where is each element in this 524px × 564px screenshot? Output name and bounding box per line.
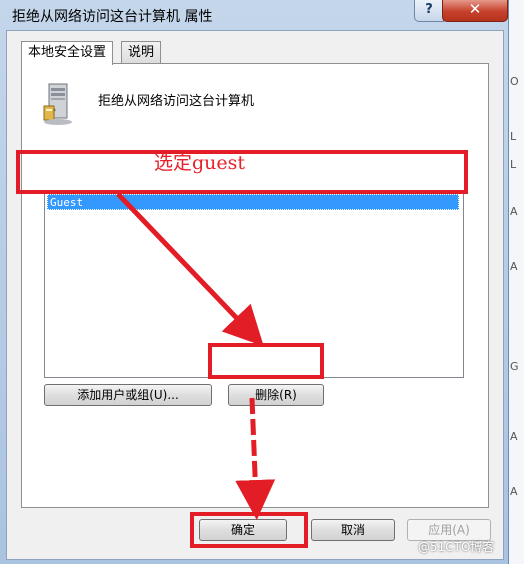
remove-button[interactable]: 删除(R) <box>228 384 324 406</box>
close-button[interactable]: ✕ <box>442 0 508 22</box>
background-text: A <box>510 430 518 443</box>
dialog-client-area: 本地安全设置 说明 拒绝从网络访问这台计算机 选定guest Guest 添加用… <box>6 30 504 560</box>
properties-dialog: 拒绝从网络访问这台计算机 属性 ? ✕ 本地安全设置 说明 拒绝从网络访问这台计… <box>0 0 509 564</box>
background-text: A <box>510 205 518 218</box>
cancel-button[interactable]: 取消 <box>311 519 395 541</box>
window-title: 拒绝从网络访问这台计算机 属性 <box>12 9 213 25</box>
server-icon <box>43 83 72 125</box>
title-bar[interactable]: 拒绝从网络访问这台计算机 属性 ? ✕ <box>0 0 508 30</box>
annotation-text: 选定guest <box>154 152 246 174</box>
background-text: A <box>510 485 518 498</box>
background-text: G <box>510 360 519 373</box>
list-item[interactable]: Guest <box>47 194 459 210</box>
tab-explain[interactable]: 说明 <box>121 41 162 63</box>
background-text: A <box>510 260 518 273</box>
user-group-list[interactable]: Guest <box>44 190 464 378</box>
watermark: @51CTO博客 <box>418 540 495 554</box>
tab-panel: 拒绝从网络访问这台计算机 选定guest Guest 添加用户或组(U)... … <box>21 63 489 508</box>
background-text: L <box>510 130 517 143</box>
help-button[interactable]: ? <box>414 0 444 22</box>
policy-title: 拒绝从网络访问这台计算机 <box>98 94 255 109</box>
ok-button[interactable]: 确定 <box>199 519 287 541</box>
add-user-or-group-button[interactable]: 添加用户或组(U)... <box>44 384 212 406</box>
background-text: O <box>510 75 519 88</box>
tab-local-security-setting[interactable]: 本地安全设置 <box>21 41 114 65</box>
background-text: L <box>510 158 517 171</box>
